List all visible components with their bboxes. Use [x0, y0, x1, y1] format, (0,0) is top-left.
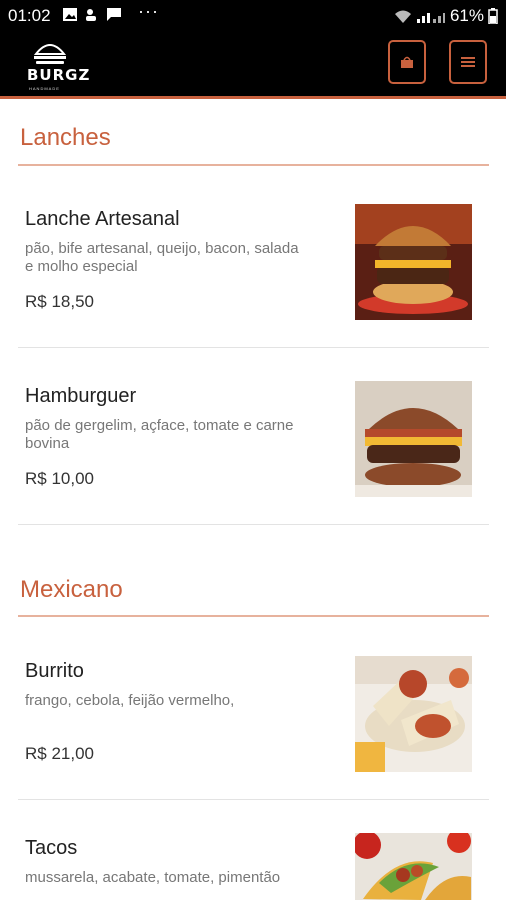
item-price: R$ 21,00 — [25, 744, 94, 763]
logo-subtext: HANDMADE — [29, 86, 60, 91]
item-description: pão de gergelim, açface, tomate e carne … — [25, 417, 294, 452]
status-bar: 01:02 ··· 61% — [0, 0, 506, 32]
wifi-icon — [394, 10, 411, 23]
more-notifications-icon: ··· — [138, 1, 159, 21]
notification-icons — [62, 7, 122, 22]
item-name: Lanche Artesanal — [25, 208, 180, 230]
cart-button[interactable] — [388, 40, 426, 84]
artisan-burger-image[interactable] — [355, 204, 472, 320]
item-name: Tacos — [25, 837, 78, 859]
item-name: Hamburguer — [25, 385, 137, 407]
logo-text: BURGZ — [27, 66, 91, 84]
system-status: 61% — [394, 6, 498, 26]
burrito-image[interactable] — [355, 656, 472, 772]
battery-icon — [488, 8, 498, 24]
menu-button[interactable] — [449, 40, 487, 84]
item-name: Burrito — [25, 660, 84, 682]
status-time: 01:02 — [8, 6, 51, 25]
item-price: R$ 10,00 — [25, 469, 94, 488]
item-divider — [18, 524, 489, 525]
item-description: mussarela, acabate, tomate, pimentão — [25, 869, 281, 886]
section-title-mexicano: Mexicano — [20, 576, 123, 603]
tacos-image[interactable] — [355, 833, 472, 900]
hamburger-image[interactable] — [355, 381, 472, 497]
section-title-lanches: Lanches — [20, 124, 111, 151]
gallery-icon — [63, 8, 77, 21]
shopping-bag-icon — [401, 56, 413, 68]
battery-level: 61% — [449, 6, 484, 25]
item-price: R$ 18,50 — [25, 292, 94, 311]
contacts-icon — [86, 9, 96, 21]
item-description: pão, bife artesanal, queijo, bacon, sala… — [25, 240, 299, 275]
section-divider — [18, 615, 489, 617]
app-header: BURGZ HANDMADE — [0, 32, 506, 99]
item-divider — [18, 799, 489, 800]
hamburger-menu-icon — [461, 57, 475, 67]
section-divider — [18, 164, 489, 166]
chat-icon — [107, 8, 121, 21]
item-divider — [18, 347, 489, 348]
signal-icon — [416, 12, 445, 23]
item-description: frango, cebola, feijão vermelho, — [25, 692, 235, 709]
